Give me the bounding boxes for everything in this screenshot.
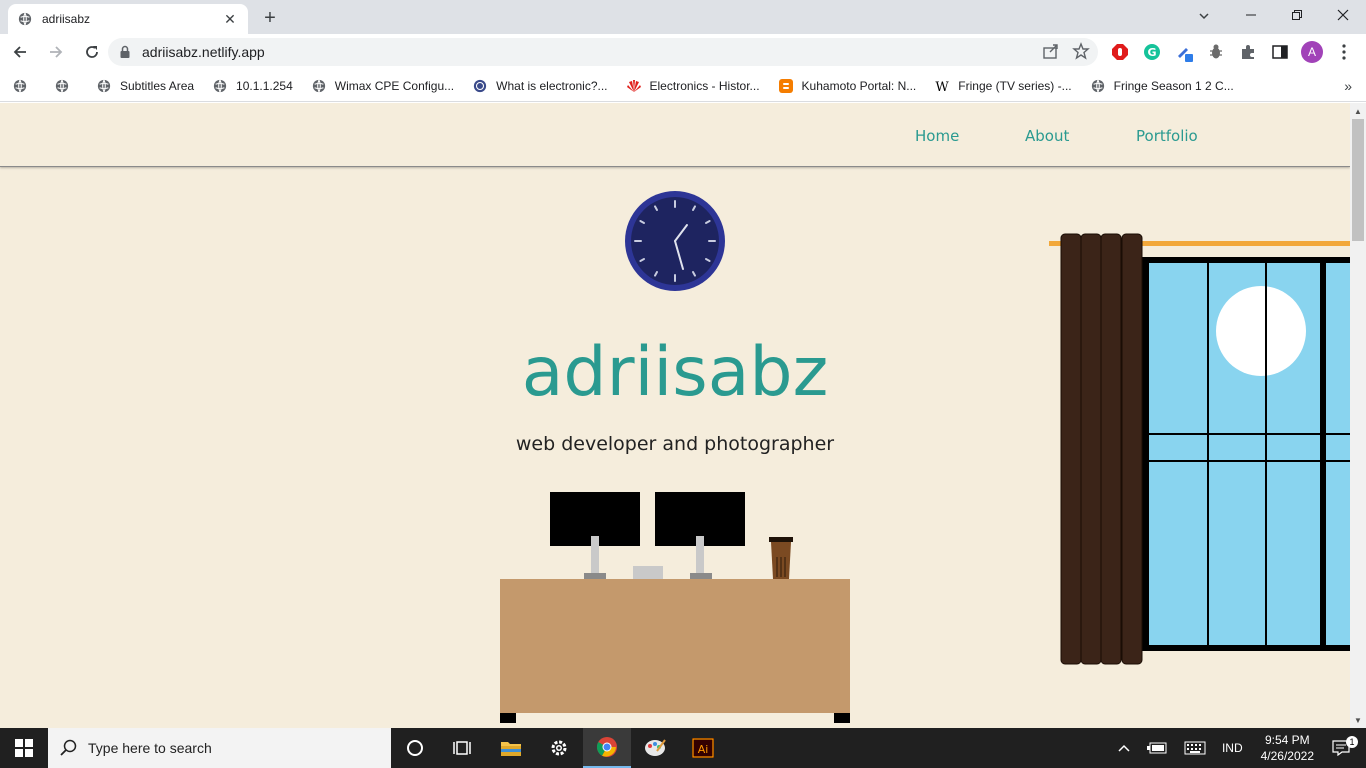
close-tab-icon[interactable]: ✕ [222,11,238,27]
bookmark-star-icon[interactable] [1072,42,1090,60]
globe-icon [18,12,32,26]
page-scrollbar[interactable]: ▲ ▼ [1350,103,1366,728]
tab-title: adriisabz [42,12,91,26]
nav-home-link[interactable]: Home [915,127,959,145]
bookmark-label: Fringe (TV series) -... [958,78,1072,93]
back-icon[interactable] [4,36,36,68]
reload-icon[interactable] [76,36,108,68]
settings-gear-icon[interactable] [535,728,583,768]
nav-portfolio-link[interactable]: Portfolio [1136,127,1198,145]
language-indicator[interactable]: IND [1214,741,1251,755]
scrollbar-thumb[interactable] [1352,119,1364,241]
side-panel-icon[interactable] [1268,40,1292,64]
bug-icon[interactable] [1204,40,1228,64]
bookmark-fringe-season[interactable]: Fringe Season 1 2 C... [1090,78,1234,94]
bookmark-router[interactable]: 10.1.1.254 [212,78,293,94]
profile-initial: A [1301,41,1323,63]
bookmark-label: What is electronic?... [496,78,608,93]
blogger-icon [778,78,794,94]
scroll-up-icon[interactable]: ▲ [1354,107,1362,116]
taskbar-search-box[interactable]: Type here to search [48,728,391,768]
address-bar[interactable]: adriisabz.netlify.app [108,38,1098,66]
color-picker-icon[interactable] [1172,40,1196,64]
bookmark-label: Subtitles Area [120,78,195,93]
bookmark-wimax[interactable]: Wimax CPE Configu... [311,78,454,94]
scroll-down-icon[interactable]: ▼ [1354,716,1362,725]
omnibox-actions [1042,42,1090,60]
svg-text:Ai: Ai [698,743,709,756]
bookmark-electronic[interactable]: What is electronic?... [472,78,608,94]
svg-text:G: G [1147,46,1156,59]
bookmark-electronics-history[interactable]: Electronics - Histor... [626,78,760,94]
browser-toolbar: adriisabz.netlify.app G A [0,34,1366,70]
profile-avatar[interactable]: A [1300,40,1324,64]
clock-date: 4/26/2022 [1260,749,1314,763]
menu-kebab-icon[interactable] [1332,40,1356,64]
task-view-icon[interactable] [439,728,487,768]
window-illustration [1049,233,1350,665]
globe-icon [212,78,228,94]
more-bookmarks-icon[interactable]: » [1344,78,1352,94]
system-tray: IND 9:54 PM 4/26/2022 1 [1110,728,1366,768]
bookmark-fringe-wiki[interactable]: W Fringe (TV series) -... [934,78,1072,94]
bookmark-label: Electronics - Histor... [649,78,760,93]
globe-icon [311,78,327,94]
bookmark-label: Wimax CPE Configu... [334,78,455,93]
bookmark-subtitles-area[interactable]: Subtitles Area [96,78,194,94]
desk-illustration [500,492,850,723]
battery-icon[interactable] [1138,742,1176,754]
restore-icon[interactable] [1274,0,1320,30]
extensions-puzzle-icon[interactable] [1236,40,1260,64]
bookmark-label: 10.1.1.254 [236,78,293,93]
wikipedia-icon: W [934,78,950,94]
window-controls [1228,0,1366,30]
bookmark-kuhamoto[interactable]: Kuhamoto Portal: N... [778,78,917,94]
bookmark-item[interactable] [54,78,78,94]
active-tab[interactable]: adriisabz ✕ [8,4,248,34]
illustrator-icon[interactable]: Ai [679,728,727,768]
new-tab-button[interactable]: + [258,6,282,30]
globe-icon [1090,78,1106,94]
svg-text:W: W [936,80,950,93]
minimize-icon[interactable] [1228,0,1274,30]
cortana-icon[interactable] [391,728,439,768]
site-navbar: Home About Portfolio [0,103,1350,167]
share-icon[interactable] [1042,42,1060,60]
bookmarks-bar: Subtitles Area 10.1.1.254 Wimax CPE Conf… [0,70,1366,102]
close-window-icon[interactable] [1320,0,1366,30]
huawei-icon [626,78,642,94]
bookmark-item[interactable] [12,78,36,94]
show-hidden-icons-icon[interactable] [1110,744,1138,752]
tab-search-icon[interactable] [1192,4,1216,28]
url-text[interactable]: adriisabz.netlify.app [142,44,265,60]
page-viewport: Home About Portfolio adriisabz web devel… [0,103,1350,728]
notification-count-badge: 1 [1346,736,1358,748]
adblock-icon[interactable] [1108,40,1132,64]
nav-about-link[interactable]: About [1025,127,1069,145]
extensions-area: G A [1108,40,1356,64]
globe-icon [96,78,112,94]
touch-keyboard-icon[interactable] [1176,741,1214,755]
grammarly-icon[interactable]: G [1140,40,1164,64]
windows-start-icon[interactable] [0,728,48,768]
search-icon [60,739,77,756]
tab-strip: adriisabz ✕ + [0,0,1366,34]
globe-icon [54,78,70,94]
clock-time: 9:54 PM [1264,733,1310,747]
lock-icon[interactable] [118,45,132,59]
paint-app-icon[interactable] [631,728,679,768]
search-placeholder: Type here to search [88,740,212,756]
bookmark-label: Kuhamoto Portal: N... [801,78,917,93]
system-clock[interactable]: 9:54 PM 4/26/2022 [1251,732,1324,764]
notifications-icon[interactable]: 1 [1324,736,1366,756]
windows-taskbar: Type here to search Ai IND 9:54 PM 4/26/… [0,728,1366,768]
chrome-taskbar-icon[interactable] [583,728,631,768]
forward-icon[interactable] [40,36,72,68]
electronics-site-icon [472,78,488,94]
bookmark-label: Fringe Season 1 2 C... [1113,78,1234,93]
file-explorer-icon[interactable] [487,728,535,768]
wall-clock-illustration [625,191,725,291]
globe-icon [12,78,28,94]
